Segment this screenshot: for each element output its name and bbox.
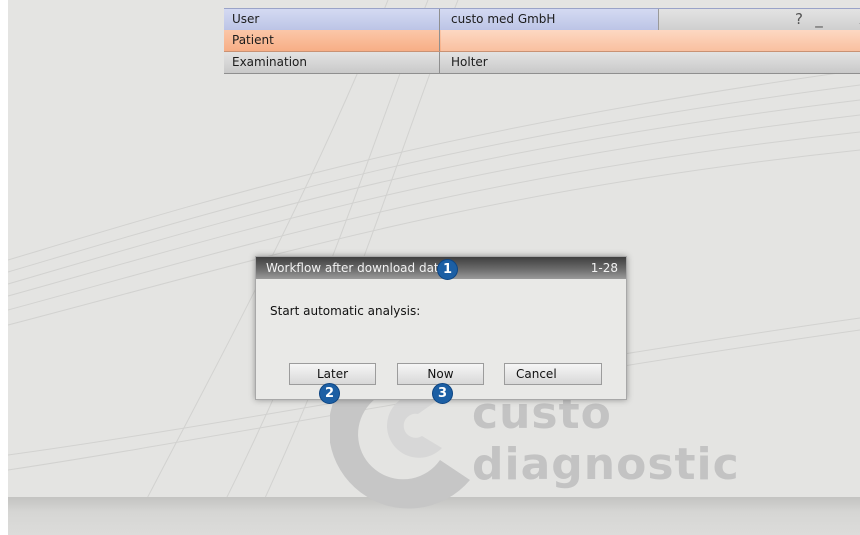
dialog-title: Workflow after download data bbox=[266, 261, 446, 275]
patient-value bbox=[441, 30, 860, 51]
watermark-text: custo diagnostic bbox=[472, 388, 740, 490]
user-label: User bbox=[224, 9, 440, 30]
header-row-patient[interactable]: Patient bbox=[224, 30, 860, 52]
dialog-id: 1-28 bbox=[590, 261, 618, 275]
app-window: custo diagnostic User custo med GmbH ? _… bbox=[8, 0, 860, 535]
callout-marker-3: 3 bbox=[432, 383, 453, 404]
patient-label: Patient bbox=[224, 30, 440, 51]
now-button[interactable]: Now bbox=[397, 363, 484, 385]
examination-value: Holter bbox=[451, 55, 488, 69]
header-blank-cell: ? _ X bbox=[658, 9, 860, 30]
header-row-user: User custo med GmbH ? _ X bbox=[224, 8, 860, 31]
help-button[interactable]: ? bbox=[791, 9, 807, 30]
cancel-button[interactable]: Cancel bbox=[504, 363, 602, 385]
later-button[interactable]: Later bbox=[289, 363, 376, 385]
callout-marker-1: 1 bbox=[437, 259, 458, 280]
dialog-message: Start automatic analysis: bbox=[270, 304, 421, 318]
minimize-button[interactable]: _ bbox=[811, 9, 827, 30]
callout-marker-2: 2 bbox=[319, 383, 340, 404]
user-value: custo med GmbH bbox=[451, 12, 556, 26]
header-row-examination[interactable]: Examination Holter bbox=[224, 52, 860, 74]
examination-label: Examination bbox=[224, 52, 440, 73]
